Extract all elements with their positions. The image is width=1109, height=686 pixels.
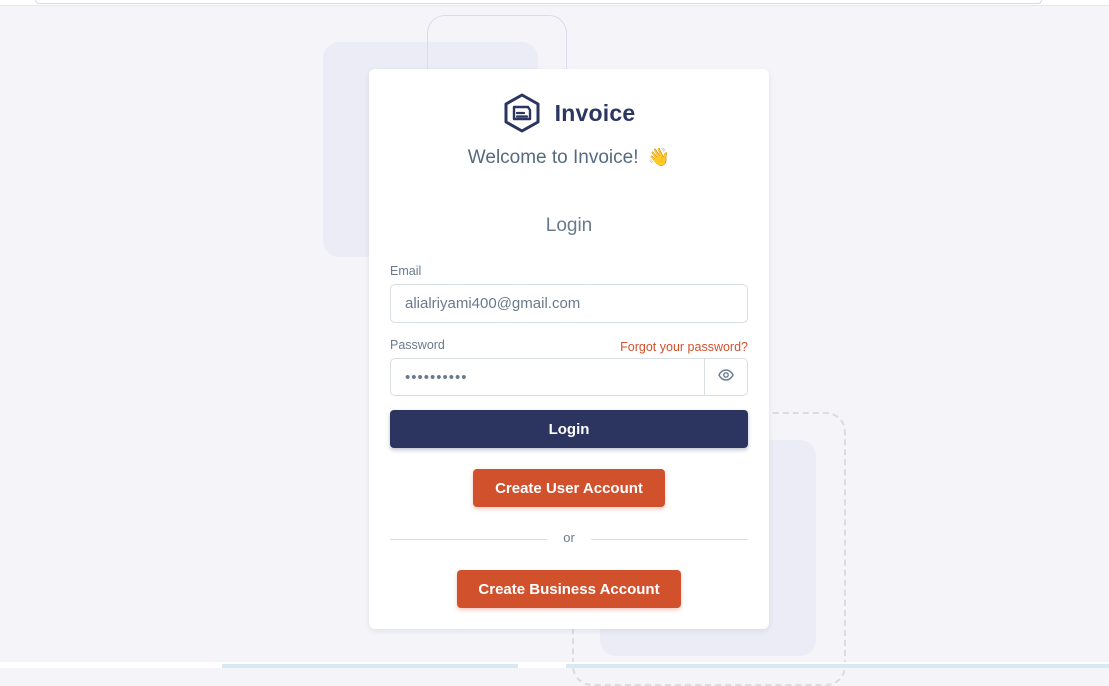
waving-hand-icon: 👋 <box>647 147 671 167</box>
password-field[interactable]: •••••••••• <box>391 359 704 395</box>
password-value: •••••••••• <box>405 368 468 386</box>
password-label: Password <box>390 338 445 352</box>
login-heading: Login <box>545 215 593 236</box>
forgot-password-link[interactable]: Forgot your password? <box>620 340 748 354</box>
divider-line-left <box>390 539 547 540</box>
browser-bottom-edge <box>0 662 1109 668</box>
login-card: Invoice Welcome to Invoice! 👋 Login Emai… <box>369 69 769 629</box>
email-label: Email <box>390 264 422 278</box>
eye-icon <box>718 368 734 386</box>
email-value: alialriyami400@gmail.com <box>405 295 581 312</box>
login-button[interactable]: Login <box>390 410 748 448</box>
brand-header: Invoice <box>369 92 769 134</box>
email-field[interactable]: alialriyami400@gmail.com <box>390 284 748 323</box>
brand-name: Invoice <box>554 99 636 126</box>
create-user-account-button[interactable]: Create User Account <box>473 469 665 507</box>
show-password-toggle[interactable] <box>704 359 747 395</box>
invoice-logo-icon <box>503 93 541 133</box>
welcome-message: Welcome to Invoice! 👋 <box>369 147 769 169</box>
password-input-group: •••••••••• <box>390 358 748 396</box>
divider-text: or <box>563 530 575 545</box>
browser-top-edge <box>0 0 1109 6</box>
divider-line-right <box>591 539 748 540</box>
welcome-text: Welcome to Invoice! <box>467 147 639 168</box>
create-business-account-button[interactable]: Create Business Account <box>457 570 681 608</box>
